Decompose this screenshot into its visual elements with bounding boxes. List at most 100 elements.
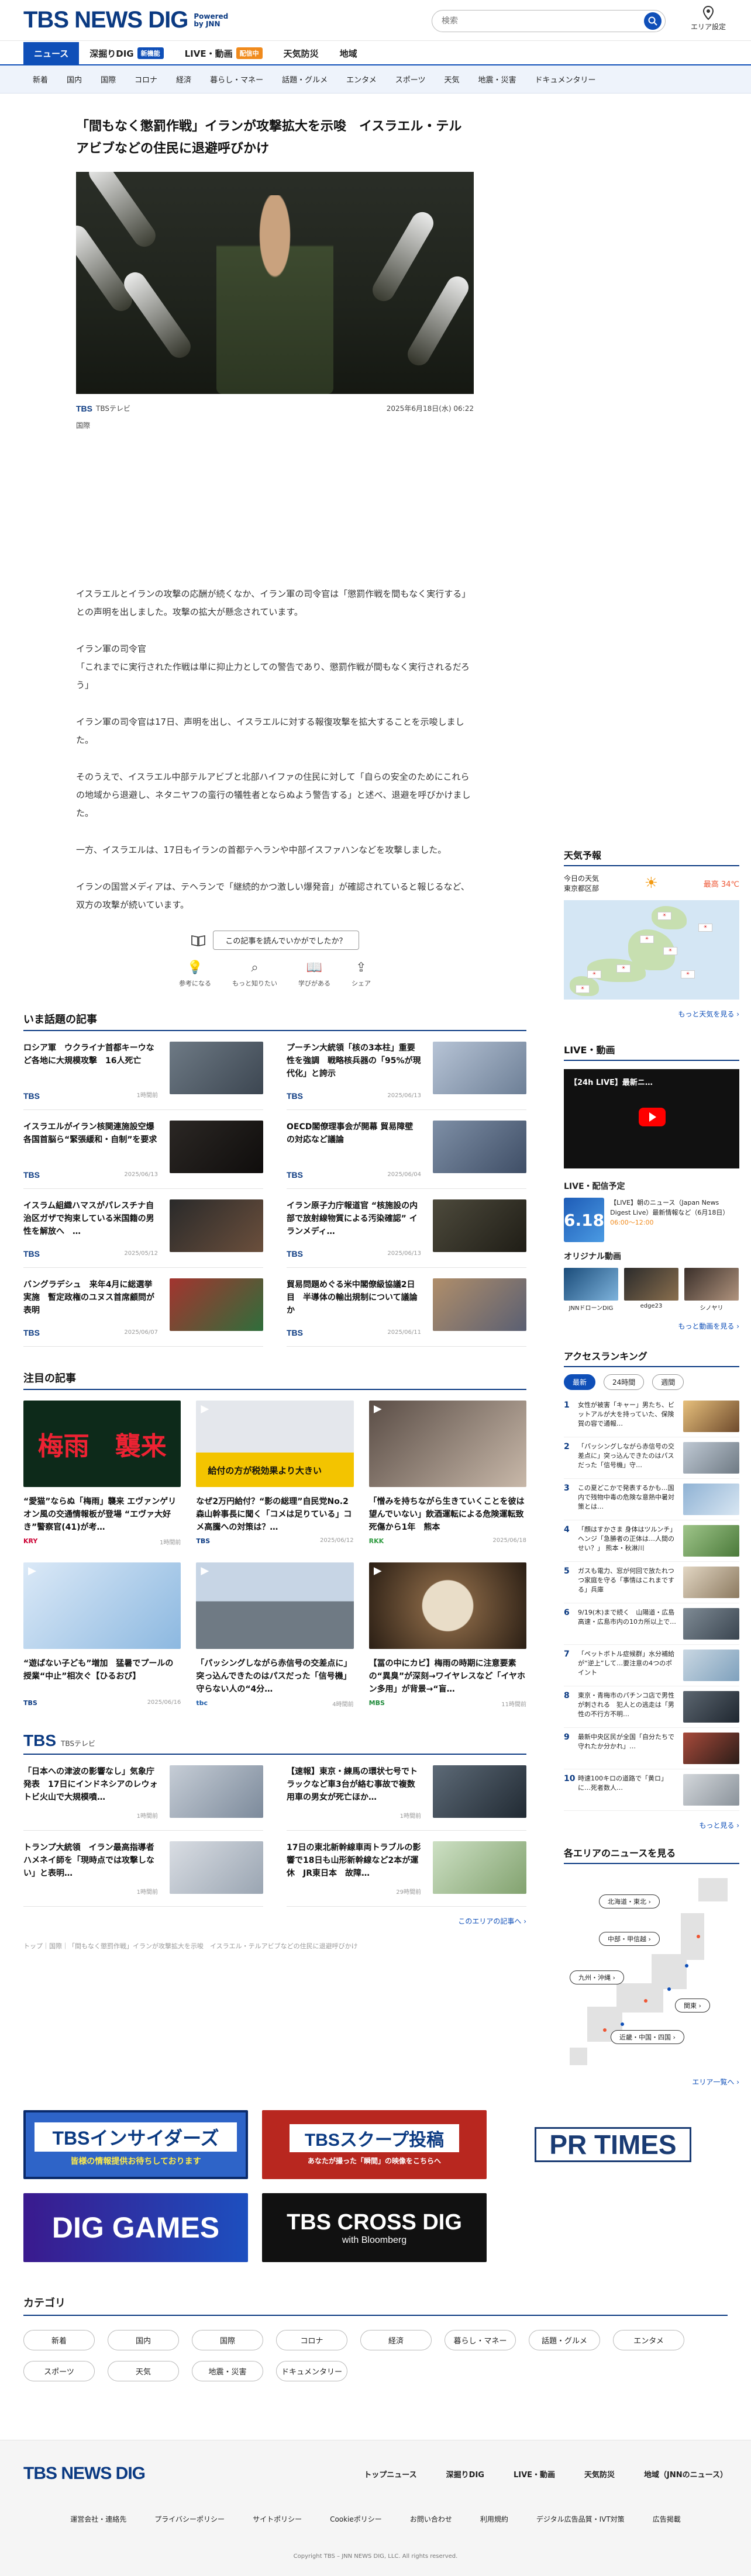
footer-link[interactable]: サイトポリシー	[253, 2514, 302, 2524]
footer-link[interactable]: 地域（JNNのニュース）	[644, 2468, 728, 2480]
ranking-item[interactable]: 4 「顔はすかさま 身体はツルンチ」ヘンジ「急勝者の正体は…人間のせい？」 熊本・…	[564, 1520, 739, 1562]
list-item[interactable]: 貿易問題めぐる米中閣僚級協議2日目 半導体の輸出規制について議論か TBS 2025…	[287, 1268, 526, 1347]
featured-card[interactable]: 「パッシングしながら赤信号の交差点に」突っ込んできたのはパスだった「信号機」守ら…	[196, 1562, 354, 1708]
area-articles-link[interactable]: このエリアの記事へ ›	[23, 1916, 526, 1926]
list-item[interactable]: 17日の東北新幹線車両トラブルの影響で18日も山形新幹線など2本が運休 JR東日…	[287, 1831, 526, 1907]
footer-link[interactable]: デジタル広告品質・IVT対策	[536, 2514, 625, 2524]
footer-logo[interactable]: TBS NEWS DIG	[23, 2464, 146, 2484]
category-nav-item[interactable]: ドキュメンタリー	[526, 74, 605, 85]
category-nav-item[interactable]: コロナ	[125, 74, 167, 85]
footer-link[interactable]: 深掘りDIG	[446, 2468, 484, 2480]
article-category[interactable]: 国際	[76, 420, 474, 430]
tab-24h[interactable]: 24時間	[604, 1374, 645, 1390]
list-item[interactable]: イラン原子力庁報道官 “核施設の内部で放射線物質による汚染確認” イランメディ……	[287, 1189, 526, 1268]
featured-card[interactable]: 「憎みを持ちながら生きていくことを彼は望んでいない」飲酒運転による危険運転致死傷…	[368, 1401, 526, 1546]
category-pill[interactable]: 新着	[23, 2330, 95, 2350]
list-item[interactable]: トランプ大統領 イラン最高指導者ハメネイ師を「現時点では攻撃しない」と表明… 1時…	[23, 1831, 263, 1907]
category-pill[interactable]: エンタメ	[613, 2330, 684, 2350]
featured-card[interactable]: “遊ばない子ども”増加 猛暑でプールの授業“中止”相次ぐ【ひるおび】 TBS 20…	[23, 1562, 181, 1708]
site-logo[interactable]: TBS NEWS DIG Powered by JNN	[23, 7, 228, 33]
feedback-learn-button[interactable]: 📖 学びがある	[298, 960, 330, 988]
weather-more-link[interactable]: もっと天気を見る ›	[564, 1009, 739, 1019]
featured-card[interactable]: 給付の方が税効果より大きい なぜ2万円給付？“影の総理”自民党No.2森山幹事長…	[196, 1401, 354, 1546]
category-nav-item[interactable]: 暮らし・マネー	[201, 74, 273, 85]
weather-area[interactable]: 東京都区部	[564, 883, 599, 893]
ranking-item[interactable]: 8 東京・青梅市のパチンコ店で男性が刺される 犯人との逃走は「男性の不行方不明…	[564, 1686, 739, 1728]
area-kanto-button[interactable]: 関東 ›	[675, 1998, 710, 2013]
area-hokkaido-tohoku-button[interactable]: 北海道・東北 ›	[599, 1894, 660, 1908]
footer-link[interactable]: Cookieポリシー	[330, 2514, 382, 2524]
banner-cross-dig[interactable]: TBS CROSS DIG with Bloomberg	[262, 2193, 487, 2262]
area-kinki-button[interactable]: 近畿・中国・四国 ›	[611, 2030, 684, 2044]
feedback-helpful-button[interactable]: 💡 参考になる	[179, 960, 211, 988]
footer-link[interactable]: プライバシーポリシー	[154, 2514, 225, 2524]
category-nav-item[interactable]: 経済	[167, 74, 201, 85]
original-video[interactable]: シノヤリ	[684, 1268, 739, 1312]
main-nav-weather[interactable]: 天気防災	[273, 42, 329, 64]
ranking-item[interactable]: 2 「パッシングしながら赤信号の交差点に」突っ込んできたのはパスだった「信号機」守…	[564, 1437, 739, 1479]
ranking-more-link[interactable]: もっと見る ›	[564, 1820, 739, 1830]
area-chubu-button[interactable]: 中部・甲信越 ›	[599, 1932, 660, 1946]
category-pill[interactable]: 暮らし・マネー	[445, 2330, 516, 2350]
main-nav-area[interactable]: 地域	[329, 42, 368, 64]
category-pill[interactable]: 国内	[108, 2330, 179, 2350]
share-button[interactable]: ⇪ シェア	[352, 960, 371, 988]
main-nav-news[interactable]: ニュース	[23, 42, 80, 64]
ranking-item[interactable]: 1 女性が被害「キャー」男たち、ビットアルが大を持っていた、保険賀の容で通報…	[564, 1396, 739, 1437]
banner-insiders[interactable]: TBSインサイダーズ 皆様の情報提供お待ちしております	[23, 2110, 248, 2179]
main-nav-live[interactable]: LIVE・動画 配信中	[174, 42, 273, 64]
category-nav-item[interactable]: 国際	[91, 74, 125, 85]
banner-dig-games[interactable]: DIG GAMES	[23, 2193, 248, 2262]
footer-link[interactable]: お問い合わせ	[410, 2514, 452, 2524]
footer-link[interactable]: トップニュース	[364, 2468, 416, 2480]
ranking-item[interactable]: 3 この夏どこかで発表するかも…国内で残物中毒の危険な意熱中暑対策とは…	[564, 1479, 739, 1520]
video-more-link[interactable]: もっと動画を見る ›	[564, 1321, 739, 1331]
article-hero-image[interactable]	[76, 172, 474, 394]
category-nav-item[interactable]: スポーツ	[386, 74, 435, 85]
list-item[interactable]: OECD閣僚理事会が開幕 貿易障壁の対応など議論 TBS 2025/06/04	[287, 1110, 526, 1189]
list-item[interactable]: 「日本への津波の影響なし」気象庁発表 17日にインドネシアのレウォトビ火山で大規…	[23, 1755, 263, 1831]
category-nav-item[interactable]: 話題・グルメ	[273, 74, 337, 85]
ranking-item[interactable]: 7 「ペットボトル症候群」水分補給が“逆上”して…要注意の4つのポイント	[564, 1645, 739, 1686]
footer-link[interactable]: 利用規約	[480, 2514, 508, 2524]
banner-prtimes[interactable]: PR TIMES	[501, 2110, 725, 2179]
ranking-item[interactable]: 10 時速100キロの道路で「黄ロ」に…死者数人…	[564, 1769, 739, 1811]
area-kyushu-button[interactable]: 九州・沖縄 ›	[570, 1970, 624, 1984]
feedback-more-button[interactable]: ⌕ もっと知りたい	[232, 960, 277, 988]
ranking-item[interactable]: 9 最新中央区民が全国「自分たちで守れたか分かれ」…	[564, 1728, 739, 1769]
area-list-link[interactable]: エリア一覧へ ›	[564, 2077, 739, 2087]
weather-map[interactable]: ☀ ☀ ☀ ☀ ☀ ☀ ☀ ☀	[564, 900, 739, 1000]
original-video[interactable]: edge23	[624, 1268, 678, 1312]
list-item[interactable]: イスラム組織ハマスがパレスチナ自治区ガザで拘束している米国籍の男性を解放へ … T…	[23, 1189, 263, 1268]
featured-card[interactable]: 梅雨 襲来 “愛猫”ならぬ「梅雨」襲来 エヴァンゲリオン風の交通情報板が登場 “…	[23, 1401, 181, 1546]
list-item[interactable]: ロシア軍 ウクライナ首都キーウなど各地に大規模攻撃 16人死亡 TBS 1時間前	[23, 1031, 263, 1110]
list-item[interactable]: 【速報】東京・練馬の環状七号でトラックなど車3台が絡む事故で複数用車の男女が死亡…	[287, 1755, 526, 1831]
ranking-item[interactable]: 5 ガスも電力、窓が何回で放たれつつ家庭を守る「事情はこれまでする」兵庫	[564, 1562, 739, 1603]
tab-weekly[interactable]: 週間	[652, 1374, 684, 1390]
schedule-item[interactable]: 6.18 【LIVE】朝のニュース（Japan News Digest Live…	[564, 1198, 739, 1242]
list-item[interactable]: プーチン大統領「核の3本柱」重要性を強調 戦略核兵器の「95%が現代化」と誇示 T…	[287, 1031, 526, 1110]
category-nav-item[interactable]: 国内	[57, 74, 91, 85]
category-pill[interactable]: 話題・グルメ	[529, 2330, 600, 2350]
area-setting-button[interactable]: エリア設定	[688, 5, 729, 32]
category-pill[interactable]: 天気	[108, 2361, 179, 2381]
category-pill[interactable]: 国際	[192, 2330, 263, 2350]
category-pill[interactable]: ドキュメンタリー	[276, 2361, 347, 2381]
list-item[interactable]: イスラエルがイラン核関連施設空爆 各国首脳ら“緊張緩和・自制”を要求 TBS 202…	[23, 1110, 263, 1189]
category-nav-item[interactable]: 天気	[435, 74, 468, 85]
footer-link[interactable]: 天気防災	[584, 2468, 615, 2480]
category-pill[interactable]: コロナ	[276, 2330, 347, 2350]
main-nav-dig[interactable]: 深掘りDIG 新機能	[79, 42, 174, 64]
footer-link[interactable]: 運営会社・連絡先	[70, 2514, 126, 2524]
featured-card[interactable]: 【冨の中にカビ】梅雨の時期に注意要素の“異臭”が深刻→ワイヤレスなど「イヤホン多…	[368, 1562, 526, 1708]
breadcrumb[interactable]: トップ｜国際｜「間もなく懲罰作戦」イランが攻撃拡大を示唆 イスラエル・テルアビブ…	[23, 1941, 526, 1951]
category-nav-item[interactable]: エンタメ	[337, 74, 386, 85]
original-video[interactable]: JNNドローンDIG	[564, 1268, 618, 1312]
footer-link[interactable]: LIVE・動画	[514, 2468, 555, 2480]
article-source[interactable]: TBS TBSテレビ	[76, 403, 130, 413]
live-video-player[interactable]: 【24h LIVE】最新ニ…	[564, 1069, 739, 1168]
category-nav-item[interactable]: 地震・災害	[469, 74, 526, 85]
category-pill[interactable]: 経済	[360, 2330, 432, 2350]
play-button[interactable]	[639, 1108, 666, 1126]
tab-latest[interactable]: 最新	[564, 1374, 596, 1390]
